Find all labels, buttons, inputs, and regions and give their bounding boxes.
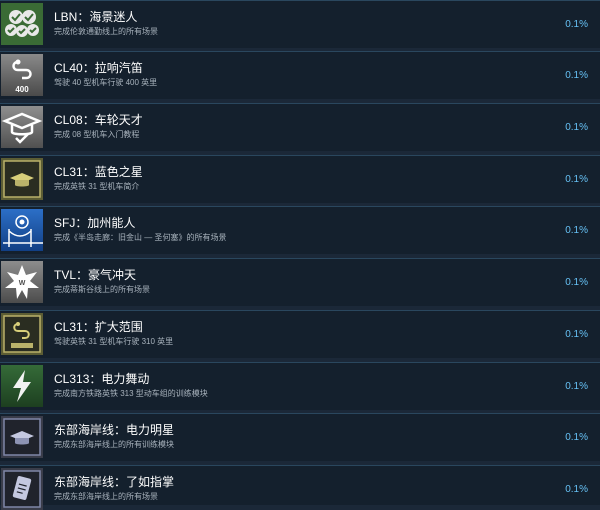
achievement-row[interactable]: CL313：电力舞动 完成南方铁路英铁 313 型动车组的训练模块 0.1% bbox=[0, 362, 600, 410]
achievement-description: 完成 08 型机车入门教程 bbox=[54, 130, 140, 139]
achievement-description: 完成南方铁路英铁 313 型动车组的训练模块 bbox=[54, 389, 208, 398]
achievement-title: CL31：蓝色之星 bbox=[54, 165, 143, 179]
route-400-icon: 400 bbox=[1, 54, 43, 96]
lightning-icon bbox=[1, 365, 43, 407]
achievement-row[interactable]: CL31：蓝色之星 完成英铁 31 型机车简介 0.1% bbox=[0, 155, 600, 203]
phone-icon bbox=[1, 468, 43, 510]
achievement-title: 东部海岸线：了如指掌 bbox=[54, 475, 175, 489]
gold-route-icon bbox=[1, 313, 43, 355]
graduation-cap-icon bbox=[1, 106, 43, 148]
star-burst-icon: W bbox=[1, 261, 43, 303]
achievement-description: 完成东部海岸线上的所有场景 bbox=[54, 492, 158, 501]
achievement-description: 完成英铁 31 型机车简介 bbox=[54, 182, 140, 191]
achievement-percent: 0.1% bbox=[565, 381, 588, 392]
achievement-title: CL40：拉响汽笛 bbox=[54, 61, 143, 75]
blue-cap-icon bbox=[1, 416, 43, 458]
achievement-row[interactable]: 东部海岸线：电力明星 完成东部海岸线上的所有训练模块 0.1% bbox=[0, 413, 600, 461]
gold-cap-icon bbox=[1, 158, 43, 200]
achievement-row[interactable]: CL08：车轮天才 完成 08 型机车入门教程 0.1% bbox=[0, 103, 600, 151]
achievement-description: 完成东部海岸线上的所有训练模块 bbox=[54, 440, 174, 449]
achievement-row[interactable]: 400 CL40：拉响汽笛 驾驶 40 型机车行驶 400 英里 0.1% bbox=[0, 51, 600, 99]
achievement-row[interactable]: W TVL：豪气冲天 完成蒂斯谷线上的所有场景 0.1% bbox=[0, 258, 600, 306]
achievement-description: 完成蒂斯谷线上的所有场景 bbox=[54, 285, 150, 294]
achievement-percent: 0.1% bbox=[565, 174, 588, 185]
achievement-title: CL08：车轮天才 bbox=[54, 113, 143, 127]
achievement-title: 东部海岸线：电力明星 bbox=[54, 423, 175, 437]
achievement-row[interactable]: CL31：扩大范围 驾驶英铁 31 型机车行驶 310 英里 0.1% bbox=[0, 310, 600, 358]
achievement-description: 完成伦敦通勤线上的所有场景 bbox=[54, 27, 158, 36]
achievement-row[interactable]: 东部海岸线：了如指掌 完成东部海岸线上的所有场景 0.1% bbox=[0, 465, 600, 510]
achievement-percent: 0.1% bbox=[565, 277, 588, 288]
achievement-percent: 0.1% bbox=[565, 122, 588, 133]
achievement-description: 驾驶 40 型机车行驶 400 英里 bbox=[54, 78, 158, 87]
achievement-percent: 0.1% bbox=[565, 329, 588, 340]
achievement-title: CL313：电力舞动 bbox=[54, 372, 150, 386]
achievement-title: TVL：豪气冲天 bbox=[54, 268, 137, 282]
achievement-title: CL31：扩大范围 bbox=[54, 320, 143, 334]
achievement-percent: 0.1% bbox=[565, 70, 588, 81]
achievement-percent: 0.1% bbox=[565, 432, 588, 443]
achievement-percent: 0.1% bbox=[565, 484, 588, 495]
achievement-row[interactable]: LBN：海景迷人 完成伦敦通勤线上的所有场景 0.1% bbox=[0, 0, 600, 48]
achievement-title: SFJ：加州能人 bbox=[54, 216, 136, 230]
bridge-icon bbox=[1, 209, 43, 251]
svg-text:400: 400 bbox=[15, 85, 29, 94]
svg-text:W: W bbox=[19, 280, 26, 287]
achievement-row[interactable]: SFJ：加州能人 完成《半岛走廊：旧金山 — 圣何塞》的所有场景 0.1% bbox=[0, 206, 600, 254]
achievement-title: LBN：海景迷人 bbox=[54, 10, 138, 24]
achievement-description: 驾驶英铁 31 型机车行驶 310 英里 bbox=[54, 337, 174, 346]
achievement-percent: 0.1% bbox=[565, 225, 588, 236]
achievement-percent: 0.1% bbox=[565, 19, 588, 30]
triple-check-icon bbox=[1, 3, 43, 45]
achievement-description: 完成《半岛走廊：旧金山 — 圣何塞》的所有场景 bbox=[54, 233, 227, 242]
achievement-list: LBN：海景迷人 完成伦敦通勤线上的所有场景 0.1% 400 CL40：拉响汽… bbox=[0, 0, 600, 510]
